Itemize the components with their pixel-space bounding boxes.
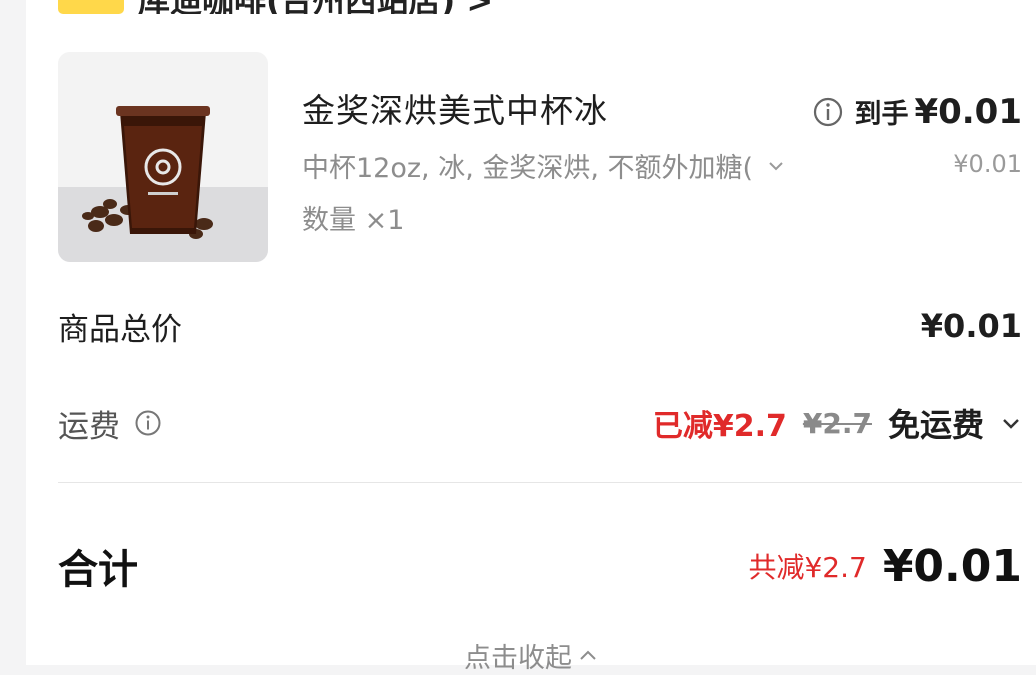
- total-row: 合计 共减¥2.7 ¥0.01: [58, 536, 1022, 596]
- arrive-price-row: 到手 ¥0.01: [812, 92, 1022, 132]
- subtotal-label: 商品总价: [58, 311, 182, 348]
- collapse-button[interactable]: 点击收起: [26, 636, 1036, 675]
- chevron-up-icon: [580, 650, 596, 660]
- product-spec[interactable]: 中杯12oz, 冰, 金奖深烘, 不额外加糖(: [302, 146, 785, 185]
- order-card: 库迪咖啡(台州西站店) > 金奖深烘美式中杯冰 中杯12oz, 冰, 金奖深烘,…: [26, 0, 1036, 674]
- original-price: ¥0.01: [953, 150, 1022, 178]
- shop-name[interactable]: 库迪咖啡(台州西站店) >: [138, 0, 493, 14]
- arrive-label: 到手: [854, 99, 909, 130]
- collapse-label: 点击收起: [464, 643, 572, 674]
- shipping-original: ¥2.7: [802, 406, 872, 440]
- shipping-row[interactable]: 运费 已减¥2.7 ¥2.7 免运费: [58, 400, 1022, 446]
- chevron-down-icon: [769, 161, 783, 170]
- total-label: 合计: [58, 547, 138, 593]
- chevron-down-icon[interactable]: [1000, 412, 1022, 434]
- shop-header[interactable]: 库迪咖啡(台州西站店) >: [58, 0, 493, 14]
- product-name[interactable]: 金奖深烘美式中杯冰: [302, 84, 608, 132]
- free-shipping-label: 免运费: [887, 406, 984, 444]
- arrive-price: ¥0.01: [914, 92, 1022, 132]
- total-value: ¥0.01: [882, 540, 1022, 592]
- total-reduced: 共减¥2.7: [748, 551, 867, 584]
- subtotal-row: 商品总价 ¥0.01: [58, 304, 1022, 348]
- subtotal-value: ¥0.01: [920, 307, 1022, 345]
- shipping-label-group: 运费: [58, 401, 162, 446]
- shop-tag-badge: [58, 0, 124, 14]
- product-spec-text: 中杯12oz, 冰, 金奖深烘, 不额外加糖(: [302, 153, 754, 184]
- info-icon[interactable]: [812, 96, 844, 128]
- product-quantity: 数量 ×1: [302, 205, 405, 236]
- product-image[interactable]: [58, 52, 268, 262]
- shipping-label: 运费: [58, 408, 120, 445]
- divider: [58, 482, 1022, 483]
- shipping-reduced: 已减¥2.7: [652, 409, 787, 444]
- coffee-cup-image: [58, 52, 268, 262]
- shipping-info-icon[interactable]: [134, 409, 162, 437]
